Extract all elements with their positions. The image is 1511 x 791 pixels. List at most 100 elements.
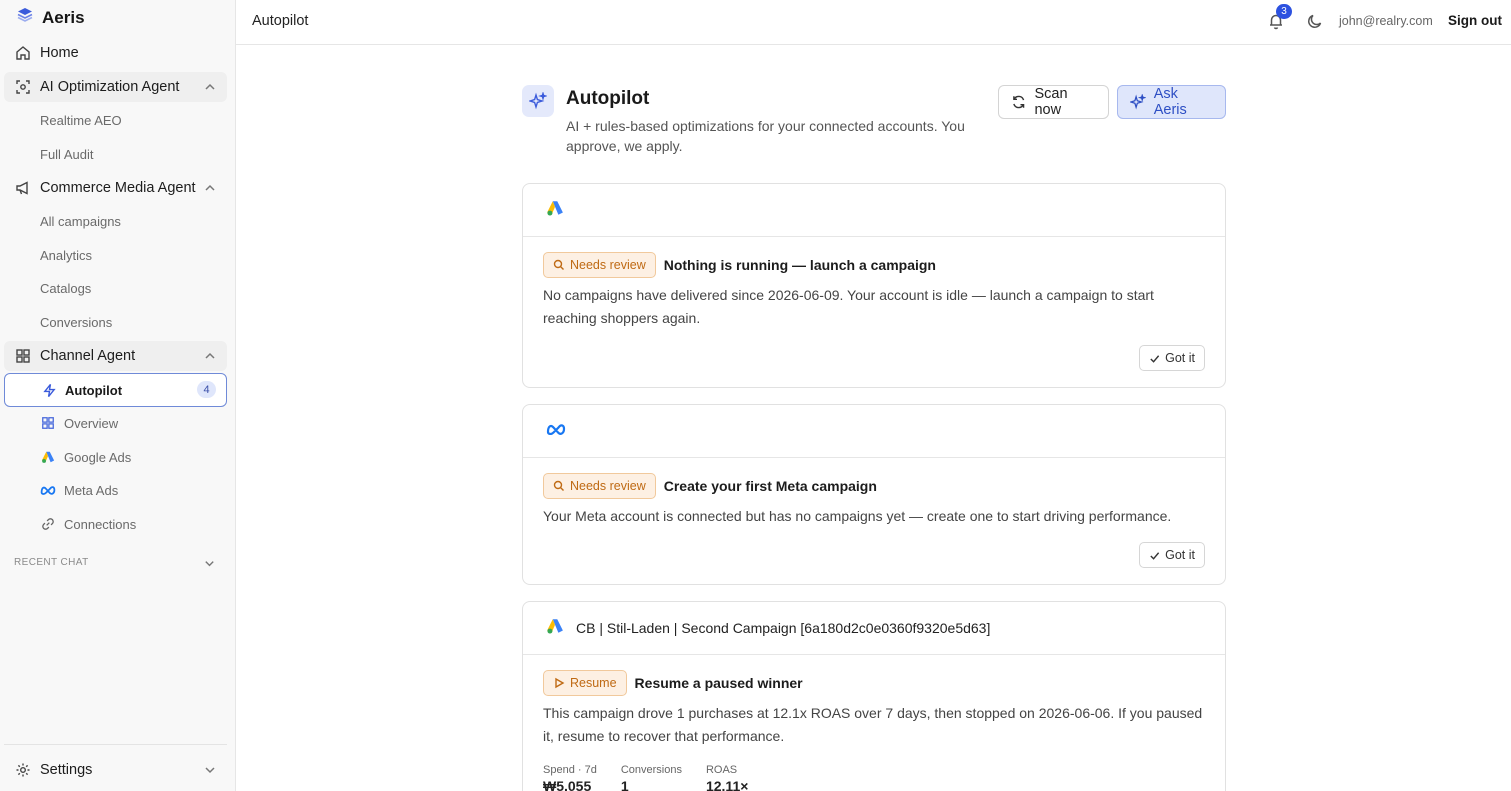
sparkles-icon xyxy=(522,85,554,117)
sidebar-item-label: Settings xyxy=(40,762,93,778)
meta-icon xyxy=(40,482,56,498)
sidebar-section-label: Commerce Media Agent xyxy=(40,180,196,196)
page-breadcrumb-title: Autopilot xyxy=(252,13,309,29)
recommendation-card: CB | Stil-Laden | Second Campaign [6a180… xyxy=(522,601,1226,791)
home-icon xyxy=(14,44,32,62)
grid-icon xyxy=(14,347,32,365)
card-header: CB | Stil-Laden | Second Campaign [6a180… xyxy=(523,602,1225,655)
sparkles-icon xyxy=(1130,94,1146,110)
status-pill: Resume xyxy=(543,670,627,696)
card-description: No campaigns have delivered since 2026-0… xyxy=(543,287,1154,326)
recommendation-card: Needs review Create your first Meta camp… xyxy=(522,404,1226,585)
sidebar-item-label: Analytics xyxy=(40,247,93,263)
metric-roas: ROAS 12.11× xyxy=(706,764,748,791)
search-icon xyxy=(553,480,564,491)
sidebar-item-home[interactable]: Home xyxy=(4,38,227,68)
sidebar-item-label: Meta Ads xyxy=(64,482,119,498)
card-header xyxy=(523,184,1225,237)
sidebar-item-autopilot[interactable]: Autopilot 4 xyxy=(4,373,227,407)
chevron-up-icon[interactable] xyxy=(203,349,217,363)
metric-label: Conversions xyxy=(620,764,682,776)
page-title: Autopilot xyxy=(566,88,650,109)
status-pill-label: Needs review xyxy=(570,479,646,493)
scan-now-label: Scan now xyxy=(1034,86,1068,118)
brand[interactable]: Aeris xyxy=(16,6,85,29)
megaphone-icon xyxy=(14,179,32,197)
gear-icon xyxy=(14,761,32,779)
got-it-button[interactable]: Got it xyxy=(1139,345,1205,371)
sidebar-item-google-ads[interactable]: Google Ads xyxy=(4,441,227,473)
sidebar-section-label: Channel Agent xyxy=(40,348,136,364)
got-it-label: Got it xyxy=(1165,548,1195,562)
sidebar-item-all-campaigns[interactable]: All campaigns xyxy=(4,205,227,237)
sidebar-item-label: Full Audit xyxy=(40,146,94,162)
sidebar-item-connections[interactable]: Connections xyxy=(4,508,227,540)
metric-value: 12.11× xyxy=(705,778,749,791)
status-pill: Needs review xyxy=(543,252,656,278)
count-badge: 4 xyxy=(197,381,216,398)
got-it-button[interactable]: Got it xyxy=(1139,542,1205,568)
search-icon xyxy=(553,259,564,270)
divider xyxy=(4,744,227,745)
metric-label: ROAS xyxy=(705,764,738,776)
sidebar-section-commerce-media[interactable]: Commerce Media Agent xyxy=(4,173,227,203)
sidebar-item-label: Connections xyxy=(64,516,137,532)
recommendation-card: Needs review Nothing is running — launch… xyxy=(522,183,1226,388)
moon-icon[interactable] xyxy=(1306,12,1324,30)
sidebar-section-ai-optimization[interactable]: AI Optimization Agent xyxy=(4,72,227,102)
metric-label: Spend · 7d xyxy=(543,764,597,776)
scan-face-icon xyxy=(14,78,32,96)
meta-icon xyxy=(546,422,566,440)
sidebar-item-catalogs[interactable]: Catalogs xyxy=(4,272,227,304)
sidebar-item-meta-ads[interactable]: Meta Ads xyxy=(4,474,227,506)
logo-icon xyxy=(16,6,34,29)
sign-out-button[interactable]: Sign out xyxy=(1448,13,1502,28)
campaign-name: CB | Stil-Laden | Second Campaign [6a180… xyxy=(576,620,991,636)
page-subtitle: AI + rules-based optimizations for your … xyxy=(566,118,965,154)
sidebar-item-label: Home xyxy=(40,45,79,61)
grid-icon xyxy=(40,415,56,431)
sidebar-item-conversions[interactable]: Conversions xyxy=(4,306,227,338)
sidebar-item-label: Overview xyxy=(64,415,119,431)
ask-aeris-button[interactable]: Ask Aeris xyxy=(1117,85,1226,119)
sidebar-item-settings[interactable]: Settings xyxy=(4,755,227,785)
sidebar-item-label: Realtime AEO xyxy=(40,112,122,128)
sidebar-item-analytics[interactable]: Analytics xyxy=(4,239,227,271)
metrics-row: Spend · 7d ₩5,055 Conversions 1 ROAS 12.… xyxy=(543,764,1205,791)
chevron-up-icon[interactable] xyxy=(203,181,217,195)
status-pill-label: Resume xyxy=(570,676,617,690)
metric-conversions: Conversions 1 xyxy=(621,764,682,791)
metric-spend: Spend · 7d ₩5,055 xyxy=(543,764,597,791)
card-title: Create your first Meta campaign xyxy=(663,478,877,494)
top-bar: Autopilot 3 john@realry.com Sign out xyxy=(236,0,1511,45)
google-ads-icon xyxy=(546,199,564,222)
app-name: Aeris xyxy=(42,7,85,27)
sidebar-item-overview[interactable]: Overview xyxy=(4,407,227,439)
play-icon xyxy=(555,677,565,689)
chevron-down-icon[interactable] xyxy=(203,763,217,777)
metric-value: 1 xyxy=(620,778,629,791)
metric-value: ₩5,055 xyxy=(543,778,592,791)
sidebar: Aeris Home AI Optimization Agent Realtim… xyxy=(0,0,236,791)
notification-badge: 3 xyxy=(1276,4,1292,19)
google-ads-icon xyxy=(546,617,564,640)
google-ads-icon xyxy=(40,449,56,465)
card-description: Your Meta account is connected but has n… xyxy=(543,508,1172,524)
sidebar-item-label: All campaigns xyxy=(40,213,121,229)
sidebar-item-realtime-aeo[interactable]: Realtime AEO xyxy=(4,104,227,136)
zap-icon xyxy=(41,382,57,398)
link-icon xyxy=(40,516,56,532)
sidebar-item-full-audit[interactable]: Full Audit xyxy=(4,138,227,170)
card-title: Resume a paused winner xyxy=(634,675,803,691)
refresh-icon xyxy=(1013,95,1025,109)
scan-now-button[interactable]: Scan now xyxy=(998,85,1109,119)
sidebar-item-label: Autopilot xyxy=(65,382,123,398)
sidebar-section-label: AI Optimization Agent xyxy=(40,79,180,95)
chevron-down-icon[interactable] xyxy=(203,557,216,570)
card-header xyxy=(523,405,1225,458)
sidebar-section-channel-agent[interactable]: Channel Agent xyxy=(4,341,227,371)
user-email: john@realry.com xyxy=(1339,14,1433,28)
chevron-up-icon[interactable] xyxy=(203,80,217,94)
sidebar-item-label: Conversions xyxy=(40,314,113,330)
sidebar-item-label: Catalogs xyxy=(40,280,92,296)
